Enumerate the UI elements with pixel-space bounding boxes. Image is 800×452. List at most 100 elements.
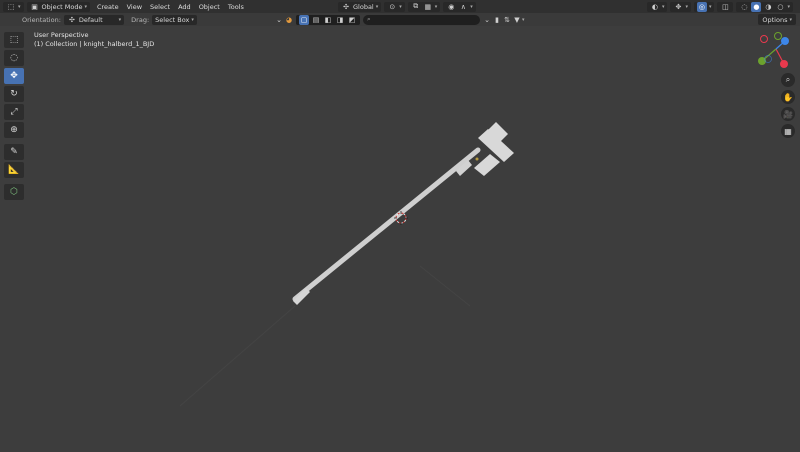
transform-orientation-label: Global [353, 2, 374, 11]
snap-icon: ⧉ [413, 2, 419, 10]
grid-view-icon: ▦ [784, 126, 792, 136]
xray-icon: ◫ [722, 2, 729, 11]
transform-icon: ⊕ [10, 125, 18, 135]
measure-tool[interactable]: 📐 [4, 162, 24, 178]
grid-floor-line [179, 305, 296, 407]
transform-orientation-selector[interactable]: ✣ Global ▾ [338, 1, 382, 12]
chevron-down-icon[interactable]: ⌄ [274, 15, 284, 25]
menu-select[interactable]: Select [146, 3, 174, 11]
view-perspective-label: User Perspective [34, 31, 89, 39]
3d-cursor-icon [394, 211, 408, 225]
gizmo-toggle[interactable]: ✥ ▾ [670, 1, 691, 12]
object-mode-icon: ▣ [31, 2, 38, 11]
annotate-tool[interactable]: ✎ [4, 144, 24, 160]
editor-type-selector[interactable]: ⬚ ▾ [3, 1, 24, 12]
object-origin-point [475, 157, 479, 161]
halberd-head-lower [474, 154, 500, 176]
chevron-down-icon: ▾ [399, 3, 402, 10]
scale-tool[interactable]: ⤢ [4, 104, 24, 120]
viewport-header: ⬚ ▾ ▣ Object Mode ▾ Create View Select Ad… [0, 0, 800, 13]
camera-icon: 🎥 [783, 109, 793, 119]
menu-view[interactable]: View [123, 3, 146, 11]
pan-hand-icon: ✋ [783, 92, 793, 102]
menu-create[interactable]: Create [93, 3, 123, 11]
chevron-down-icon: ▾ [685, 3, 688, 10]
move-icon: ✥ [10, 71, 18, 81]
add-cube-tool[interactable]: ⬡ [4, 184, 24, 200]
mode-selector[interactable]: ▣ Object Mode ▾ [26, 1, 90, 12]
orientation-icon: ✣ [68, 15, 75, 24]
chevron-down-icon: ▾ [84, 3, 87, 10]
select-box-tool[interactable]: ⬚ [4, 32, 24, 48]
pan-button[interactable]: ✋ [781, 90, 795, 104]
select-invert-icon: ◨ [336, 15, 344, 24]
menu-object[interactable]: Object [195, 3, 224, 11]
bookmark-icon[interactable]: ▮ [492, 15, 502, 25]
wireframe-shading-icon: ◌ [741, 2, 748, 11]
cursor-icon: ◌ [10, 53, 18, 63]
chevron-down-icon: ▾ [191, 16, 194, 23]
orientation-selector[interactable]: ✣ Default ▾ [63, 14, 125, 25]
tool-settings-bar: Orientation: ✣ Default ▾ Drag: Select Bo… [0, 13, 800, 26]
chevron-down-icon: ▾ [661, 3, 665, 10]
zoom-icon: ⌕ [785, 75, 791, 84]
material-shading-icon: ◑ [765, 2, 772, 11]
drag-selector[interactable]: Select Box ▾ [152, 14, 197, 25]
shading-modes[interactable]: ◌ ● ◑ ○ ▾ [736, 1, 793, 12]
scene-canvas[interactable] [0, 26, 800, 452]
rotate-tool[interactable]: ↻ [4, 86, 24, 102]
pivot-selector[interactable]: ⊙ ▾ [384, 1, 405, 12]
navigation-buttons: ⌕ ✋ 🎥 ▦ [781, 73, 795, 141]
search-input[interactable]: ⌕ [363, 14, 480, 25]
visibility-icon: ◐ [651, 2, 658, 11]
proportional-editing[interactable]: ◉ ∧ ▾ [443, 1, 476, 12]
menu-tools[interactable]: Tools [224, 3, 248, 11]
chevron-down-icon: ▾ [522, 16, 525, 23]
pivot-icon: ⊙ [389, 2, 396, 11]
ortho-toggle-button[interactable]: ▦ [781, 124, 795, 138]
snap-toggle[interactable]: ⧉ ▦ ▾ [407, 1, 441, 12]
overlay-toggle[interactable]: ◎ ▾ [693, 1, 715, 12]
color-wheel-icon[interactable]: ◕ [284, 15, 294, 25]
scale-icon: ⤢ [10, 107, 18, 117]
chevron-down-icon: ▾ [118, 16, 122, 23]
options-button[interactable]: Options ▾ [758, 14, 796, 25]
collapse-icon[interactable]: ⌄ [482, 15, 492, 25]
transform-tool[interactable]: ⊕ [4, 122, 24, 138]
zoom-button[interactable]: ⌕ [781, 73, 795, 87]
snap-target-icon: ▦ [424, 2, 432, 11]
select-box-icon: ⬚ [9, 35, 19, 45]
move-tool[interactable]: ✥ [4, 68, 24, 84]
sort-icon[interactable]: ⇅ [502, 15, 512, 25]
orientation-icon: ✣ [343, 2, 349, 11]
falloff-icon: ∧ [460, 2, 466, 11]
menu-add[interactable]: Add [174, 3, 195, 11]
gizmo-z-axis [781, 37, 789, 45]
chevron-down-icon: ▾ [18, 3, 21, 10]
select-mode-buttons[interactable]: ▢ ▤ ◧ ◨ ◩ [296, 14, 360, 25]
rendered-shading-icon: ○ [777, 2, 784, 11]
gizmo-neg-x [760, 35, 768, 43]
select-subtract-icon: ◧ [324, 15, 332, 24]
options-label: Options [762, 15, 788, 24]
chevron-down-icon: ▾ [434, 3, 438, 10]
select-extend-icon: ▤ [312, 15, 320, 24]
search-icon: ⌕ [367, 15, 371, 23]
drag-value: Select Box [155, 15, 190, 24]
solid-shading-icon: ● [751, 1, 762, 12]
transform-controls: ✣ Global ▾ ⊙ ▾ ⧉ ▦ ▾ ◉ ∧ ▾ [338, 1, 479, 12]
filter-controls: ⌄ ◕ ▢ ▤ ◧ ◨ ◩ ⌕ ⌄ ▮ ⇅ ▼ ▾ [274, 14, 525, 25]
xray-toggle[interactable]: ◫ [717, 1, 734, 12]
chevron-down-icon: ▾ [789, 16, 792, 23]
filter-icon[interactable]: ▼ [512, 15, 522, 25]
navigation-gizmo[interactable] [758, 32, 789, 69]
chevron-down-icon: ▾ [708, 3, 712, 10]
gizmo-neg-y [774, 32, 782, 40]
3d-viewport-icon: ⬚ [7, 2, 15, 11]
orientation-label: Orientation: [22, 15, 61, 24]
camera-view-button[interactable]: 🎥 [781, 107, 795, 121]
visibility-selector[interactable]: ◐ ▾ [646, 1, 668, 12]
mode-label: Object Mode [41, 2, 83, 11]
viewport-info: User Perspective (1) Collection | knight… [34, 31, 154, 49]
cursor-tool[interactable]: ◌ [4, 50, 24, 66]
